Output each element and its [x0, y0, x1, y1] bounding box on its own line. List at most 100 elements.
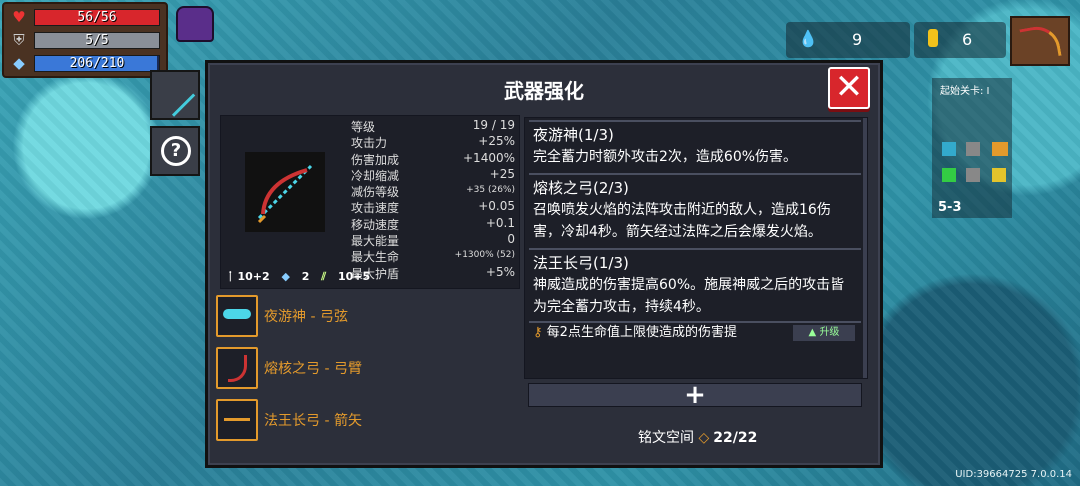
part-item[interactable]: 夜游神 - 弓弦 — [216, 295, 516, 347]
stat-label: 冷却缩减 — [351, 168, 400, 183]
inscription-icon: ⚷ — [533, 325, 543, 340]
stat-value: +1300% (52) — [454, 250, 515, 261]
set-bonus-panel[interactable]: 夜游神(1/3) 完全蓄力时额外攻击2次，造成60%伤害。 熔核之弓(2/3) … — [524, 117, 868, 379]
part-item[interactable]: 法王长弓 - 箭矢 — [216, 399, 516, 451]
set-bonus-card: 夜游神(1/3) 完全蓄力时额外攻击2次，造成60%伤害。 — [529, 120, 861, 171]
stat-row: 最大能量 0 — [351, 232, 515, 248]
bow-icon — [150, 72, 196, 117]
set-bonus-card: 熔核之弓(2/3) 召唤喷发火焰的法阵攻击附近的敌人，造成16伤害，冷却4秒。箭… — [529, 173, 861, 246]
armor-text: 5/5 — [85, 33, 109, 48]
rune-diamond-icon: ◇ — [698, 430, 710, 446]
question-icon: ? — [161, 136, 191, 166]
set-bonus-card: 法王长弓(1/3) 神威造成的伤害提高60%。施展神威之后的攻击皆为完全蓄力攻击… — [529, 248, 861, 321]
buff-helmet-icon — [176, 6, 214, 42]
gem-counter: 💧 9 — [786, 22, 910, 58]
stat-value: +0.05 — [478, 199, 515, 214]
player-status-panel: ♥ 56/56 ⛨ 5/5 ◆ 206/210 — [2, 2, 168, 78]
material-3: ⫽ 10+5 — [321, 270, 371, 283]
arrow-icon — [216, 399, 258, 441]
plus-icon: + — [684, 380, 706, 410]
stat-row: 减伤等级 +35 (26%) — [351, 183, 515, 199]
stat-row: 伤害加成 +1400% — [351, 151, 515, 167]
part-item[interactable]: 熔核之弓 - 弓臂 — [216, 347, 516, 399]
stat-label: 攻击速度 — [351, 201, 400, 216]
stat-value: 19 / 19 — [472, 118, 515, 132]
minimap-start-label: 起始关卡: I — [940, 86, 990, 97]
stat-value: +1400% — [463, 150, 515, 165]
stat-list: 等级 19 / 19 攻击力 +25% 伤害加成 +1400% 冷却缩减 +25 减伤等级 +35… — [351, 118, 515, 281]
stat-value: 0 — [507, 232, 515, 247]
minimap-room — [992, 142, 1008, 156]
bowstring-icon — [216, 295, 258, 337]
stat-row: 攻击速度 +0.05 — [351, 199, 515, 215]
part-label: 夜游神 - 弓弦 — [264, 309, 348, 325]
energy-text: 206/210 — [69, 56, 125, 71]
stat-label: 最大能量 — [351, 234, 400, 249]
close-icon: ✕ — [834, 67, 864, 107]
set-bonus-title: 法王长弓(1/3) — [533, 254, 629, 272]
minimap-room — [942, 168, 956, 182]
gem-icon: 💧 — [798, 29, 818, 48]
energy-bar: ◆ 206/210 — [8, 54, 160, 72]
shield-icon: ⛨ — [13, 31, 25, 49]
close-button[interactable]: ✕ — [828, 67, 870, 109]
stat-label: 最大生命 — [351, 250, 400, 265]
help-button[interactable]: ? — [150, 126, 200, 176]
stat-label: 攻击力 — [351, 136, 388, 151]
rune-space: 铭文空间 ◇ 22/22 — [638, 427, 757, 447]
weapon-upgrade-dialog: 武器强化 ✕ 等级 19 / 19 攻击力 +25% 伤害加成 +1400% 冷却缩减 +25… — [205, 60, 883, 468]
stat-row: 移动速度 +0.1 — [351, 216, 515, 232]
stat-label: 移动速度 — [351, 217, 400, 232]
minimap-room — [992, 168, 1006, 182]
add-inscription-button[interactable]: + — [528, 380, 862, 410]
diamond-icon: ◆ — [13, 54, 25, 72]
coin-icon — [928, 29, 938, 47]
stat-value: +35 (26%) — [466, 185, 515, 196]
coin-counter: 6 — [914, 22, 1006, 58]
bow-icon — [257, 164, 313, 224]
dialog-title: 武器强化 — [504, 79, 584, 103]
stat-label: 减伤等级 — [351, 185, 400, 200]
material-1: ᛙ 10+2 — [227, 270, 270, 283]
stat-row: 最大生命 +1300% (52) — [351, 248, 515, 264]
stat-label: 伤害加成 — [351, 152, 400, 167]
bow-limb-icon — [216, 347, 258, 389]
bow-icon — [1019, 23, 1062, 62]
stat-row: 冷却缩减 +25 — [351, 167, 515, 183]
rune-space-label: 铭文空间 — [638, 430, 694, 446]
material-2: ◆ 2 — [281, 270, 310, 283]
set-bonus-body: 神威造成的伤害提高60%。施展神威之后的攻击皆为完全蓄力攻击，持续4秒。 — [533, 277, 845, 315]
stat-label: 等级 — [351, 120, 376, 134]
part-label: 法王长弓 - 箭矢 — [264, 413, 362, 429]
stat-value: +25% — [478, 134, 515, 149]
set-bonus-body: 完全蓄力时额外攻击2次，造成60%伤害。 — [533, 149, 798, 165]
minimap: 起始关卡: I 5-3 — [932, 78, 1012, 218]
coin-count: 6 — [962, 30, 973, 49]
stat-row: 攻击力 +25% — [351, 134, 515, 150]
equipped-weapon-button[interactable] — [1010, 16, 1070, 66]
upgrade-label: 升级 — [819, 327, 840, 338]
inscription-text: 每2点生命值上限使造成的伤害提 — [546, 325, 737, 340]
materials-row: ᛙ 10+2 ◆ 2 ⫽ 10+5 — [227, 270, 378, 284]
set-bonus-body: 召唤喷发火焰的法阵攻击附近的敌人，造成16伤害，冷却4秒。箭矢经过法阵之后会爆发… — [533, 202, 831, 240]
set-bonus-title: 熔核之弓(2/3) — [533, 179, 629, 197]
minimap-room — [942, 142, 956, 156]
minimap-room — [966, 168, 980, 182]
scrollbar[interactable] — [863, 118, 867, 378]
weapon-tab-button[interactable] — [150, 70, 200, 120]
up-arrow-icon: ▲ — [808, 327, 817, 338]
weapon-image — [245, 152, 325, 232]
parts-list: 夜游神 - 弓弦 熔核之弓 - 弓臂 法王长弓 - 箭矢 — [216, 295, 516, 451]
armor-bar: ⛨ 5/5 — [8, 31, 160, 49]
hp-bar: ♥ 56/56 — [8, 8, 160, 26]
rune-space-value: 22/22 — [713, 430, 758, 446]
stat-value: +5% — [485, 264, 515, 279]
upgrade-button[interactable]: ▲ 升级 — [793, 325, 855, 341]
stat-row: 等级 19 / 19 — [351, 118, 515, 134]
hp-text: 56/56 — [77, 10, 117, 25]
heart-icon: ♥ — [12, 8, 26, 26]
part-label: 熔核之弓 - 弓臂 — [264, 361, 362, 377]
stat-value: +25 — [489, 166, 515, 181]
inscription-row[interactable]: ⚷ 每2点生命值上限使造成的伤害提 ▲ 升级 — [529, 321, 861, 343]
stat-value: +0.1 — [485, 215, 515, 230]
